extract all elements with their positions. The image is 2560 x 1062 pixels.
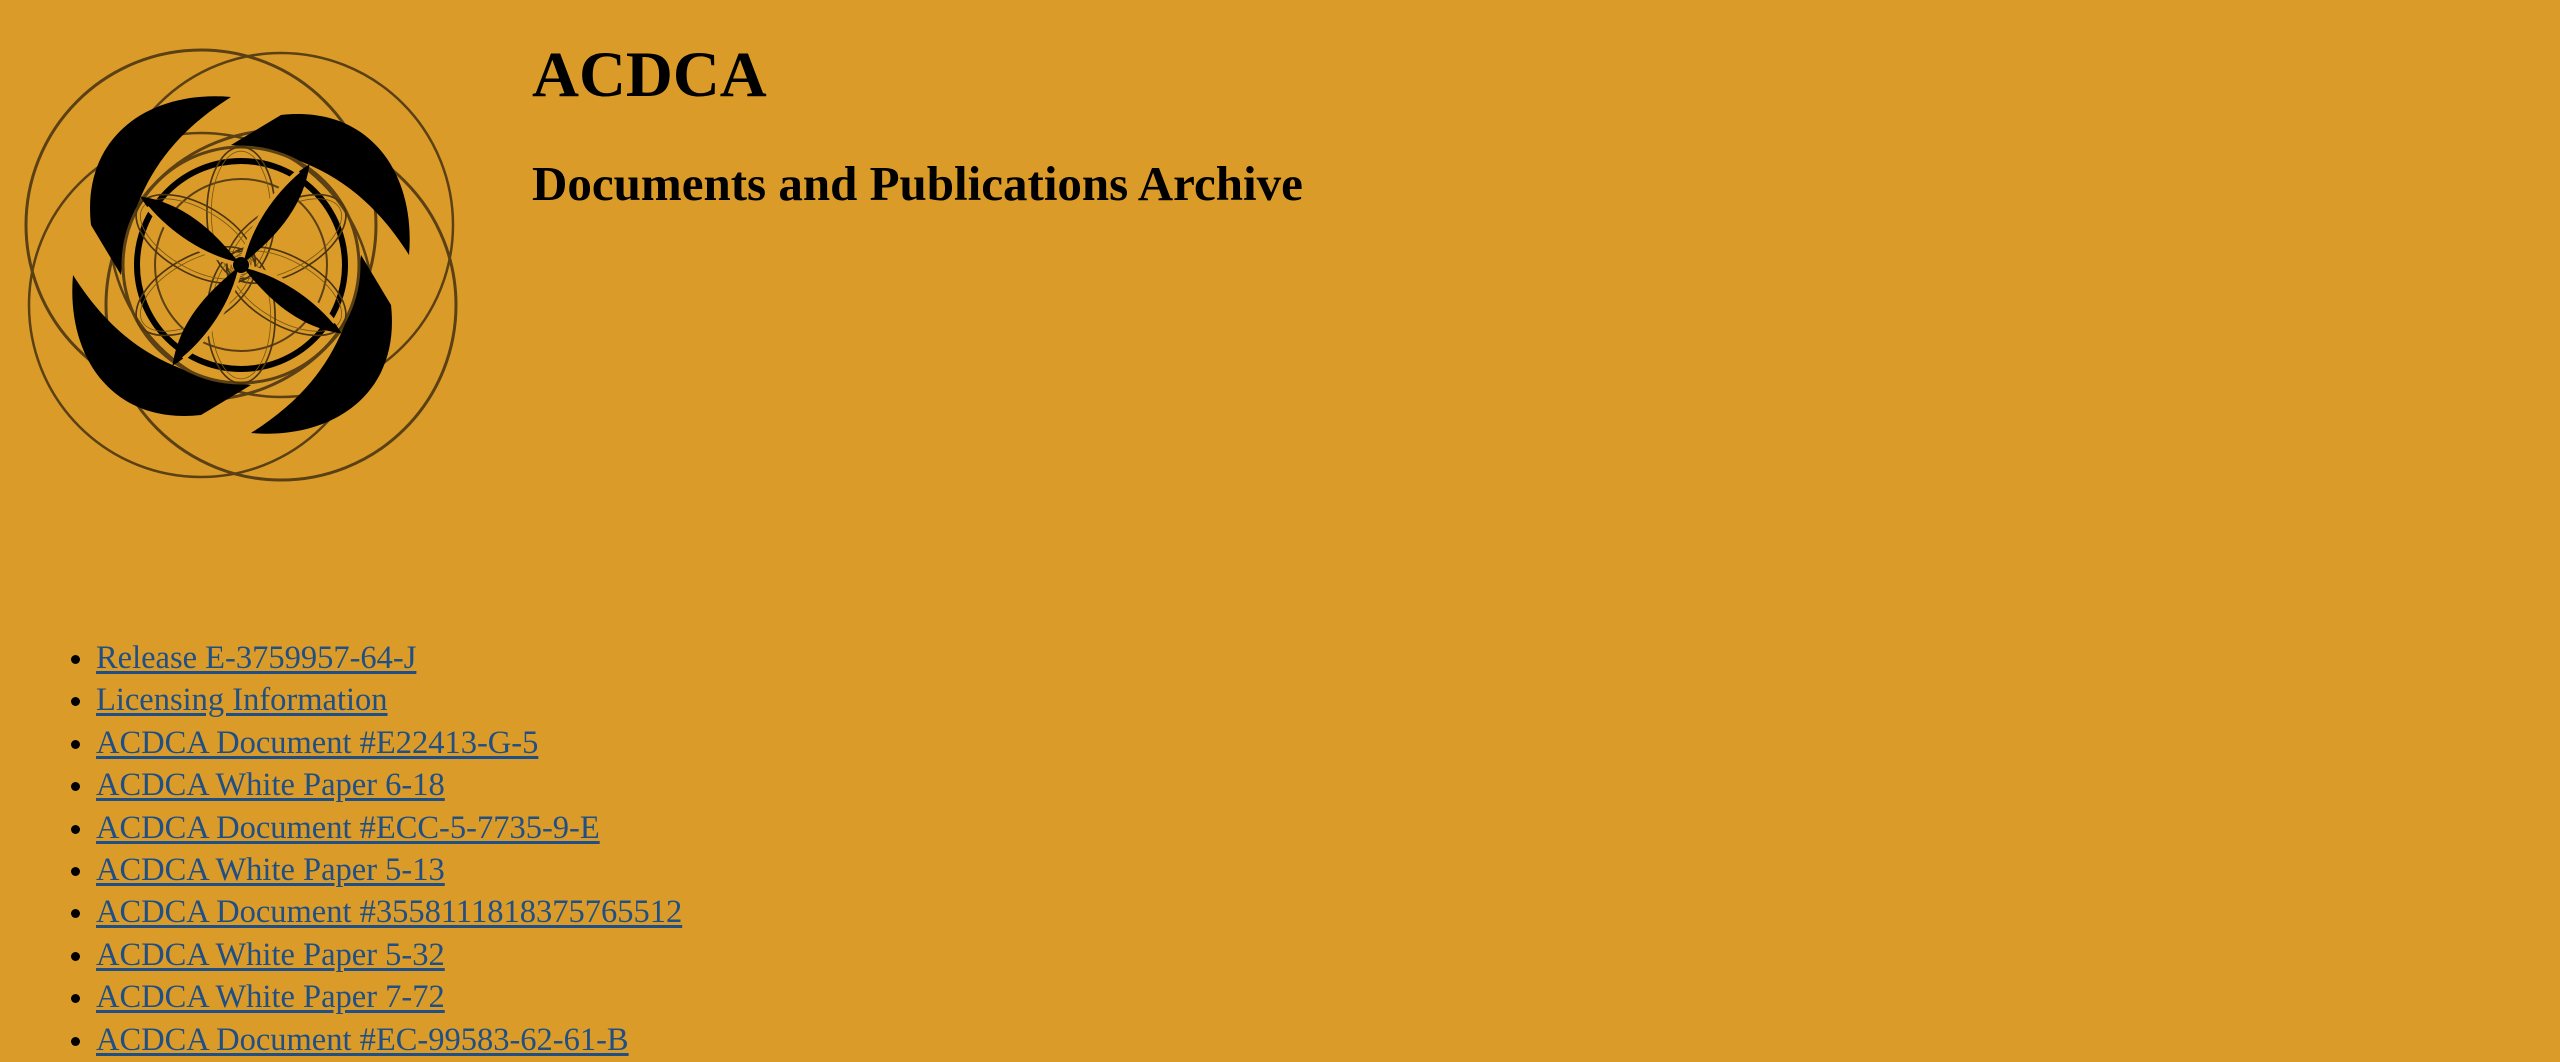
list-item: ACDCA White Paper 5-13 [96, 849, 682, 891]
page: ACDCA Documents and Publications Archive… [0, 0, 2560, 1062]
document-link[interactable]: ACDCA Document #ECC-5-7735-9-E [96, 810, 600, 846]
list-item: ACDCA White Paper 5-32 [96, 934, 682, 976]
list-item: ACDCA Document #EC-99583-62-61-B [96, 1019, 682, 1061]
white-paper-link[interactable]: ACDCA White Paper 5-32 [96, 937, 445, 973]
list-item: Release E-3759957-64-J [96, 637, 682, 679]
list-item: ACDCA Document #E22413-G-5 [96, 722, 682, 764]
list-item: ACDCA White Paper 7-72 [96, 976, 682, 1018]
site-subtitle: Documents and Publications Archive [532, 156, 1303, 211]
document-link[interactable]: ACDCA Document #3558111818375765512 [96, 894, 682, 930]
site-title: ACDCA [532, 39, 767, 111]
release-link[interactable]: Release E-3759957-64-J [96, 640, 416, 676]
acdca-knot-logo-icon [24, 48, 458, 482]
list-item: Licensing Information [96, 679, 682, 721]
document-link-list: Release E-3759957-64-J Licensing Informa… [56, 637, 682, 1061]
document-link[interactable]: ACDCA Document #E22413-G-5 [96, 725, 538, 761]
document-link[interactable]: ACDCA Document #EC-99583-62-61-B [96, 1022, 629, 1058]
list-item: ACDCA Document #ECC-5-7735-9-E [96, 807, 682, 849]
white-paper-link[interactable]: ACDCA White Paper 6-18 [96, 767, 445, 803]
white-paper-link[interactable]: ACDCA White Paper 7-72 [96, 979, 445, 1015]
white-paper-link[interactable]: ACDCA White Paper 5-13 [96, 852, 445, 888]
licensing-link[interactable]: Licensing Information [96, 682, 388, 718]
list-item: ACDCA Document #3558111818375765512 [96, 891, 682, 933]
list-item: ACDCA White Paper 6-18 [96, 764, 682, 806]
